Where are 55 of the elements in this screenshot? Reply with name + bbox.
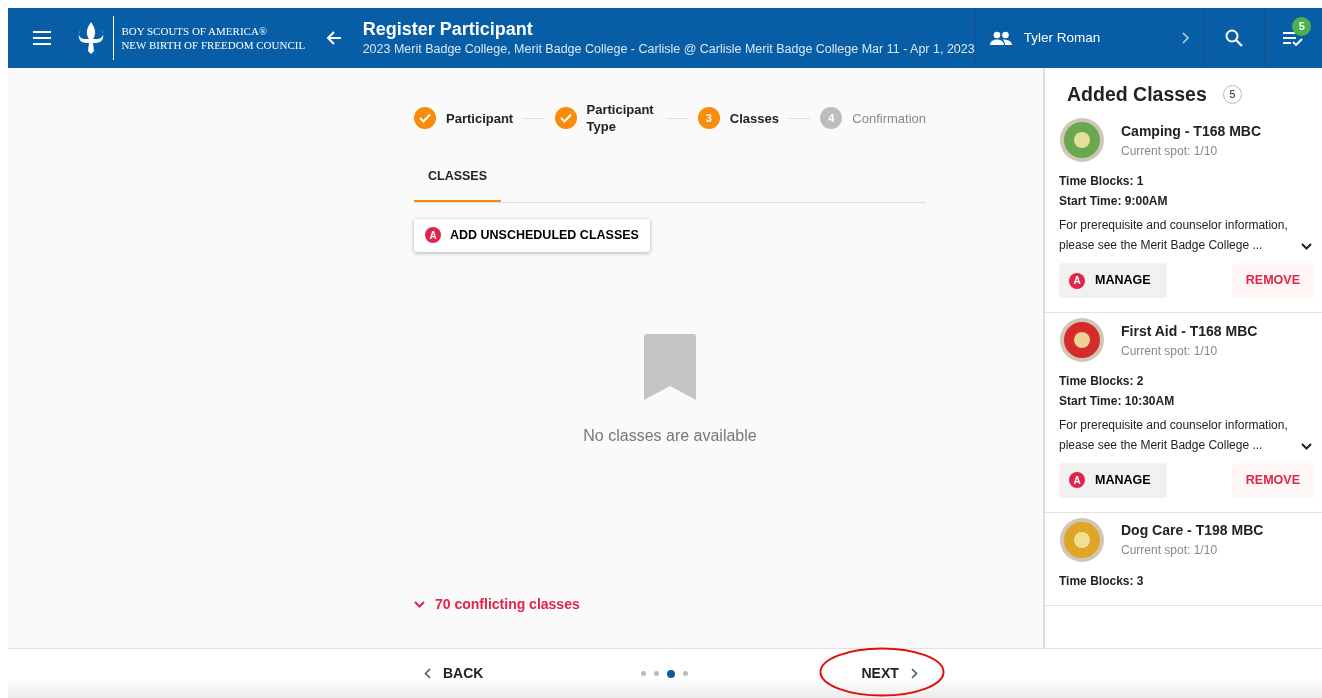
manage-button[interactable]: A MANAGE [1059, 463, 1167, 498]
step-indicator: 3 [697, 107, 720, 129]
step-label: Participant Type [586, 101, 655, 135]
class-description: For prerequisite and counselor information, please see the Merit Badge College ... [1059, 217, 1289, 255]
council-name: NEW BIRTH OF FREEDOM COUNCIL [121, 38, 306, 52]
classes-tab[interactable]: CLASSES [414, 153, 502, 202]
start-time: Start Time: 9:00AM [1059, 193, 1169, 211]
add-unscheduled-classes-button[interactable]: A ADD UNSCHEDULED CLASSES [414, 218, 650, 252]
time-blocks: Time Blocks: 3 [1059, 570, 1318, 591]
step-indicator [554, 107, 577, 129]
remove-button[interactable]: REMOVE [1231, 263, 1314, 298]
step-indicator: 4 [820, 107, 843, 129]
class-name: Dog Care - T198 MBC [1121, 521, 1264, 541]
class-name: Camping - T168 MBC [1121, 121, 1261, 141]
page-title: Register Participant [362, 17, 534, 40]
org-name: BOY SCOUTS OF AMERICA® [121, 24, 269, 38]
bookmark-icon [644, 333, 696, 400]
manage-button[interactable]: A MANAGE [1059, 263, 1167, 298]
step-label: Participant [446, 109, 514, 127]
step-label: Confirmation [852, 109, 926, 127]
badge-letter-icon: A [1069, 472, 1085, 489]
chevron-right-icon [910, 668, 918, 679]
step-label: Classes [729, 109, 779, 127]
people-icon [989, 31, 1012, 45]
chevron-right-icon[interactable] [1182, 32, 1190, 44]
badge-letter-icon: A [425, 227, 441, 244]
class-description: For prerequisite and counselor information, please see the Merit Badge College ... [1059, 417, 1289, 454]
time-blocks: Time Blocks: 2 [1059, 371, 1318, 391]
back-arrow-icon[interactable] [325, 30, 342, 46]
chevron-left-icon [424, 668, 431, 679]
search-icon[interactable] [1225, 29, 1244, 47]
panel-title: Added Classes [1067, 82, 1207, 107]
page-indicator-dot[interactable] [641, 671, 647, 676]
empty-state-message: No classes are available [583, 425, 757, 446]
remove-button[interactable]: REMOVE [1231, 463, 1314, 498]
page-indicator-dot[interactable] [654, 671, 660, 676]
badge-letter-icon: A [1069, 272, 1085, 289]
current-spot: Current spot: 1/10 [1121, 142, 1219, 160]
current-spot: Current spot: 1/10 [1121, 342, 1219, 360]
page-indicator-dot[interactable] [667, 669, 676, 678]
page-indicator-dot[interactable] [683, 671, 689, 676]
user-name[interactable]: Tyler Roman [1023, 27, 1170, 49]
event-subtitle: 2023 Merit Badge College, Merit Badge College - Carlisle @ Carlisle Merit Badge College Mar 11 - Apr 1, 2023 [362, 40, 975, 58]
menu-icon[interactable] [32, 31, 51, 45]
conflicting-classes-toggle[interactable]: 70 conflicting classes [414, 593, 580, 615]
back-button[interactable]: BACK [418, 659, 490, 688]
notification-count: 5 [1292, 17, 1312, 36]
expand-chevron-icon[interactable] [1301, 243, 1312, 251]
step-indicator [414, 107, 436, 129]
class-name: First Aid - T168 MBC [1121, 321, 1258, 341]
start-time: Start Time: 10:30AM [1059, 393, 1176, 410]
checklist-icon[interactable] [1283, 31, 1304, 46]
current-spot: Current spot: 1/10 [1121, 542, 1219, 560]
time-blocks: Time Blocks: 1 [1059, 171, 1318, 192]
expand-chevron-icon[interactable] [1301, 443, 1312, 450]
